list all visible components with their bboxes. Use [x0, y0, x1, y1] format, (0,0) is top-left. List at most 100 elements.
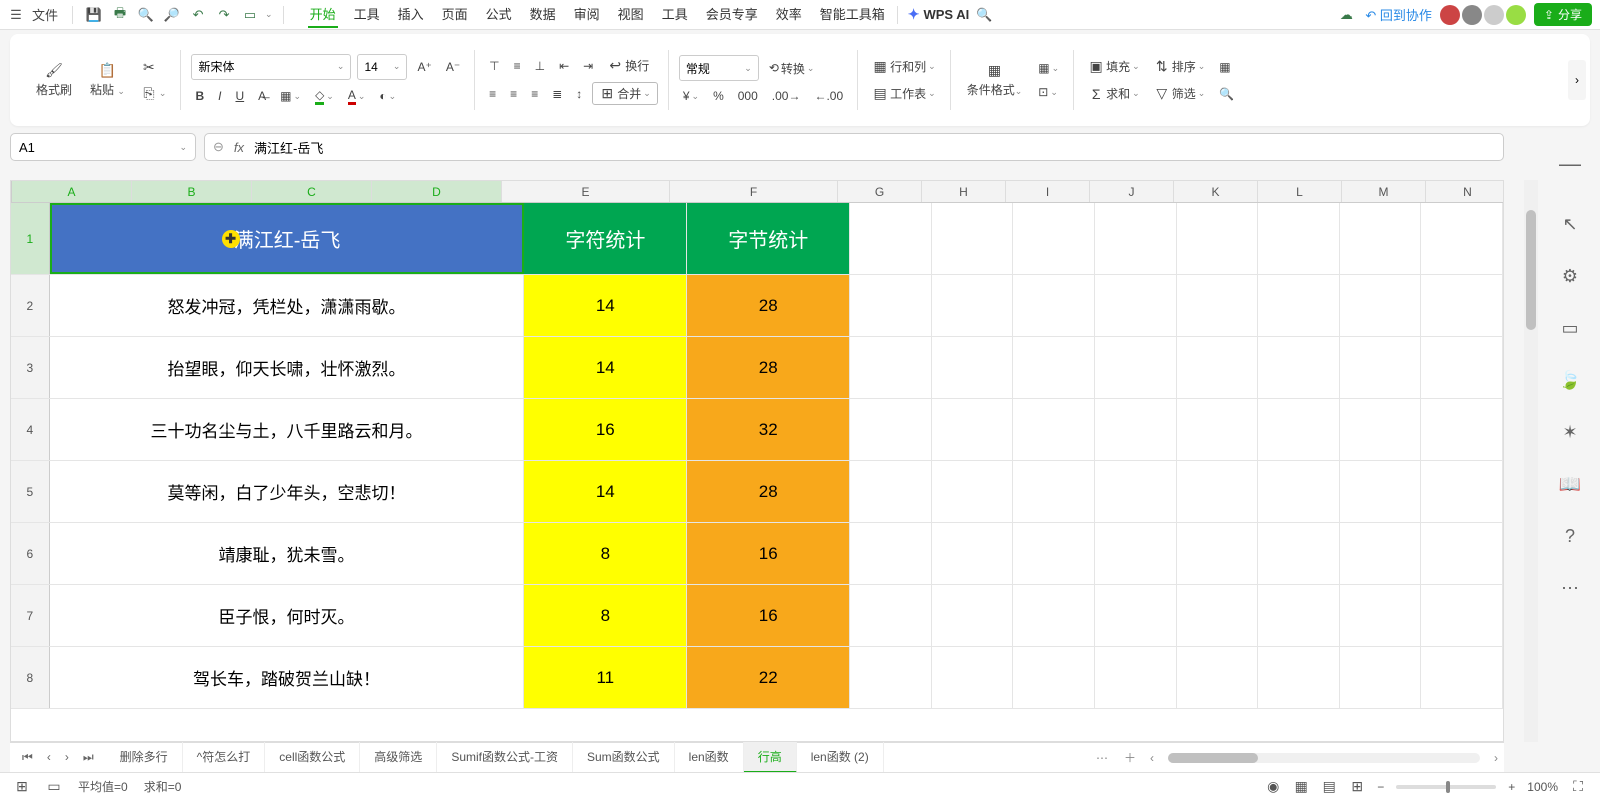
- select-tool-icon[interactable]: ↖: [1556, 210, 1584, 238]
- cell[interactable]: [1177, 647, 1259, 708]
- view-normal-icon[interactable]: ▦: [1293, 779, 1309, 795]
- rows-cols-button[interactable]: ▦行和列⌄: [868, 56, 940, 77]
- poem-cell[interactable]: 靖康耻，犹未雪。: [50, 523, 525, 584]
- scrollbar-thumb[interactable]: [1526, 210, 1536, 330]
- align-center-button[interactable]: ≡: [506, 85, 521, 103]
- cell[interactable]: [1095, 461, 1177, 522]
- search-icon[interactable]: 🔍: [973, 4, 995, 26]
- orientation-button[interactable]: ↕: [572, 85, 586, 103]
- byte-count-cell[interactable]: 28: [687, 275, 850, 336]
- cell[interactable]: [1421, 275, 1503, 336]
- wps-ai-button[interactable]: ✦WPS AI: [908, 6, 969, 23]
- qat-redo-icon[interactable]: ↷: [213, 4, 235, 26]
- leaf-icon[interactable]: 🍃: [1556, 366, 1584, 394]
- sheet-tab[interactable]: 删除多行: [106, 742, 183, 773]
- hscroll-left-button[interactable]: ‹: [1144, 751, 1160, 765]
- cell[interactable]: [932, 647, 1014, 708]
- poem-cell[interactable]: 臣子恨，何时灭。: [50, 585, 525, 646]
- ribbon-tab-4[interactable]: 公式: [484, 1, 514, 28]
- cell[interactable]: [1095, 399, 1177, 460]
- char-count-cell[interactable]: 16: [524, 399, 687, 460]
- book-icon[interactable]: 📖: [1556, 470, 1584, 498]
- avatar[interactable]: [1462, 5, 1482, 25]
- cell[interactable]: [850, 399, 932, 460]
- find-button[interactable]: 🔍: [1215, 85, 1238, 103]
- col-header[interactable]: M: [1342, 181, 1426, 202]
- cloud-icon[interactable]: ☁: [1335, 4, 1357, 26]
- scrollbar-thumb[interactable]: [1168, 753, 1258, 763]
- hscroll-right-button[interactable]: ›: [1488, 751, 1504, 765]
- back-collab-link[interactable]: ↶ 回到协作: [1365, 5, 1432, 24]
- cell[interactable]: [1421, 523, 1503, 584]
- avatar[interactable]: [1484, 5, 1504, 25]
- cell[interactable]: [1013, 647, 1095, 708]
- sheet-next-button[interactable]: ›: [61, 748, 73, 767]
- char-count-cell[interactable]: 11: [524, 647, 687, 708]
- cell[interactable]: [1258, 461, 1340, 522]
- ribbon-tab-8[interactable]: 工具: [660, 1, 690, 28]
- percent-button[interactable]: %: [709, 87, 728, 105]
- cell[interactable]: [1258, 275, 1340, 336]
- view-eye-icon[interactable]: ◉: [1265, 779, 1281, 795]
- merge-cells-button[interactable]: ⊞合并⌄: [592, 82, 658, 105]
- cell[interactable]: [1421, 461, 1503, 522]
- sheet-list-button[interactable]: ⋯: [1088, 751, 1116, 765]
- copy-button[interactable]: ⎘⌄: [137, 83, 171, 103]
- hamburger-icon[interactable]: ☰: [8, 7, 24, 23]
- cell[interactable]: [1013, 337, 1095, 398]
- cell[interactable]: [1013, 461, 1095, 522]
- row-header[interactable]: 6: [11, 523, 50, 584]
- cell[interactable]: [1421, 337, 1503, 398]
- col-header[interactable]: L: [1258, 181, 1342, 202]
- col-header[interactable]: H: [922, 181, 1006, 202]
- cell[interactable]: [1177, 399, 1259, 460]
- zoom-out-button[interactable]: −: [1377, 780, 1384, 794]
- poem-cell[interactable]: 抬望眼，仰天长啸，壮怀激烈。: [50, 337, 525, 398]
- cell[interactable]: [932, 399, 1014, 460]
- increase-indent-button[interactable]: ⇥: [579, 57, 597, 75]
- zoom-in-button[interactable]: +: [1508, 780, 1515, 794]
- font-select[interactable]: 新宋体⌄: [191, 54, 351, 80]
- font-size-select[interactable]: 14⌄: [357, 54, 407, 80]
- qat-save-icon[interactable]: 💾: [83, 4, 105, 26]
- col-header[interactable]: C: [252, 181, 372, 202]
- cell[interactable]: [1095, 585, 1177, 646]
- cell[interactable]: [1258, 337, 1340, 398]
- spreadsheet-grid[interactable]: ABCDEFGHIJKLMN 1满江红-岳飞✚字符统计字节统计2怒发冲冠，凭栏处…: [10, 180, 1504, 742]
- font-color-button[interactable]: A⌄: [344, 86, 370, 107]
- cell[interactable]: [1421, 585, 1503, 646]
- cell[interactable]: [1340, 275, 1422, 336]
- sheet-prev-button[interactable]: ‹: [43, 748, 55, 767]
- ribbon-tab-0[interactable]: 开始: [308, 1, 338, 28]
- zoom-value[interactable]: 100%: [1527, 780, 1558, 794]
- fx-icon[interactable]: fx: [234, 140, 244, 155]
- cell[interactable]: [1421, 647, 1503, 708]
- italic-button[interactable]: I: [214, 87, 225, 105]
- cell[interactable]: [1421, 399, 1503, 460]
- cell[interactable]: [1258, 647, 1340, 708]
- cell[interactable]: [850, 523, 932, 584]
- cell[interactable]: [1095, 647, 1177, 708]
- decrease-decimal-button[interactable]: ←.00: [810, 87, 847, 105]
- currency-button[interactable]: ¥⌄: [679, 87, 703, 105]
- cell[interactable]: [1177, 203, 1259, 274]
- strikethrough-button[interactable]: A̶: [254, 87, 270, 105]
- col-header[interactable]: E: [502, 181, 670, 202]
- format-painter-button[interactable]: 🖌格式刷: [30, 52, 78, 108]
- cell[interactable]: [850, 647, 932, 708]
- status-record-icon[interactable]: ▭: [46, 779, 62, 795]
- cell[interactable]: [932, 523, 1014, 584]
- align-bottom-button[interactable]: ⊥: [531, 57, 549, 75]
- decrease-font-button[interactable]: A⁻: [442, 58, 464, 76]
- bold-button[interactable]: B: [191, 87, 208, 105]
- poem-cell[interactable]: 三十功名尘与土，八千里路云和月。: [50, 399, 525, 460]
- col-header[interactable]: K: [1174, 181, 1258, 202]
- ribbon-tab-11[interactable]: 智能工具箱: [818, 1, 887, 28]
- byte-count-cell[interactable]: 32: [687, 399, 850, 460]
- byte-count-cell[interactable]: 28: [687, 461, 850, 522]
- cell[interactable]: [1258, 203, 1340, 274]
- filter-button[interactable]: ▽筛选⌄: [1150, 83, 1210, 104]
- col-header[interactable]: F: [670, 181, 838, 202]
- col-header[interactable]: G: [838, 181, 922, 202]
- cell[interactable]: [1095, 203, 1177, 274]
